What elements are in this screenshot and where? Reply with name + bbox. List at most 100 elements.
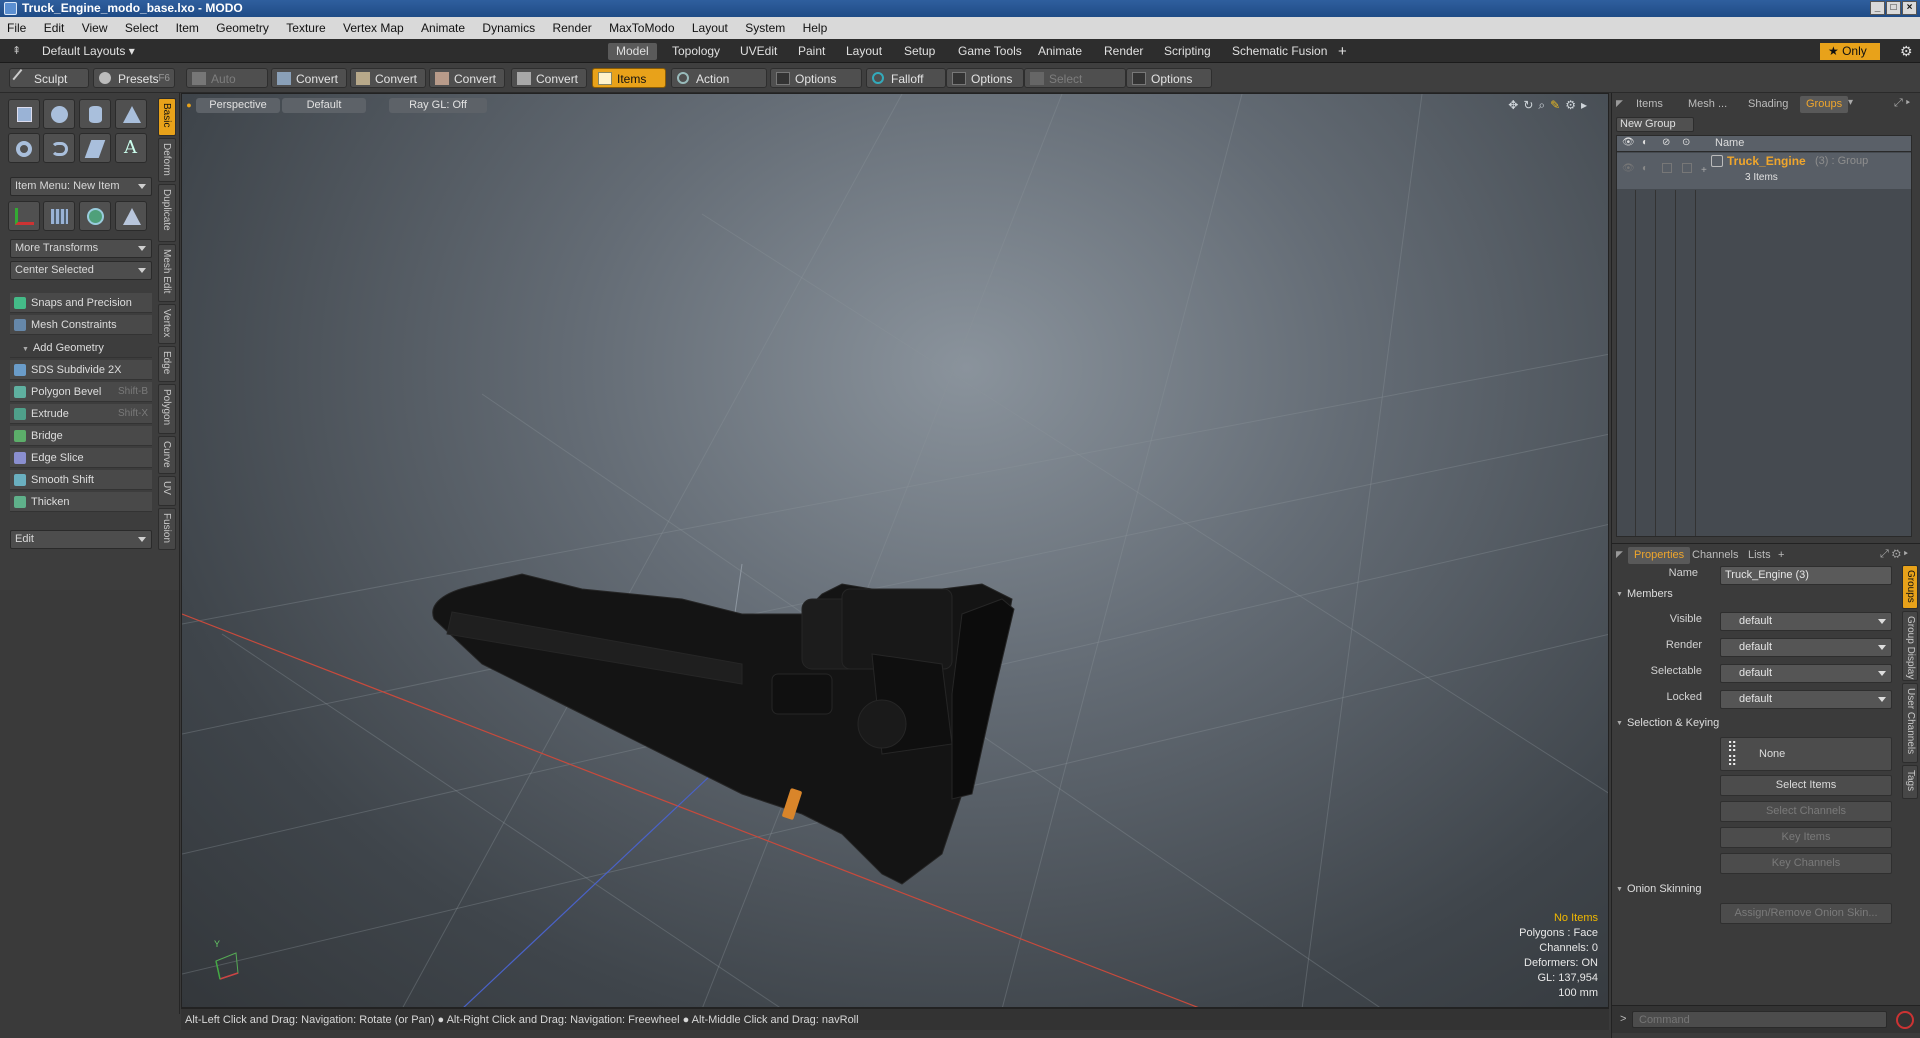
vtab-polygon[interactable]: Polygon	[158, 384, 176, 434]
pencil-icon[interactable]: ✎	[1550, 98, 1565, 112]
extrude-button[interactable]: Extrude Shift-X	[10, 404, 152, 424]
group-row-truck-engine[interactable]: 👁 ◐ + Truck_Engine (3) : Group 3 Items	[1617, 153, 1911, 189]
tab-schematic-fusion[interactable]: Schematic Fusion	[1224, 43, 1335, 60]
torus-primitive-icon[interactable]	[8, 133, 40, 163]
convert-button-2[interactable]: Convert	[350, 68, 426, 88]
pen-tool-icon[interactable]	[79, 133, 111, 163]
render-toggle-icon[interactable]: ◐	[1642, 163, 1648, 174]
tab-paint[interactable]: Paint	[790, 43, 833, 60]
3d-viewport[interactable]: ● Perspective Default Ray GL: Off ✥↻⌕✎⚙▸…	[181, 93, 1609, 1008]
cube-primitive-icon[interactable]	[8, 99, 40, 129]
tab-shading[interactable]: Shading	[1742, 96, 1794, 113]
menu-view[interactable]: View	[75, 17, 115, 39]
add-tab-button[interactable]: +	[1330, 43, 1355, 60]
edit-dropdown[interactable]: Edit	[10, 530, 152, 549]
zoom-icon[interactable]: ⌕	[1538, 98, 1550, 112]
sds-subdivide-button[interactable]: SDS Subdivide 2X	[10, 360, 152, 380]
falloff-button[interactable]: Falloff	[866, 68, 946, 88]
raygl-toggle[interactable]: Ray GL: Off	[389, 98, 487, 113]
menu-animate[interactable]: Animate	[414, 17, 472, 39]
vtab-duplicate[interactable]: Duplicate	[158, 184, 176, 242]
expand-plus-icon[interactable]: +	[1701, 165, 1707, 176]
select-through-button[interactable]: Select Through	[1024, 68, 1126, 106]
vtab-uv[interactable]: UV	[158, 476, 176, 506]
side-tab-user-channels[interactable]: User Channels	[1902, 683, 1918, 763]
perspective-view-dropdown[interactable]: Perspective	[196, 98, 280, 113]
side-tab-group-display[interactable]: Group Display	[1902, 611, 1918, 681]
expand-panel-icon[interactable]: ⤢ ▸	[1894, 97, 1910, 110]
locked-dropdown[interactable]: default	[1720, 690, 1892, 709]
falloff-options-button[interactable]: Options	[946, 68, 1024, 88]
vtab-edge[interactable]: Edge	[158, 346, 176, 382]
transform-icon[interactable]	[8, 201, 40, 231]
tab-groups[interactable]: Groups	[1800, 96, 1849, 113]
tab-topology[interactable]: Topology	[664, 43, 728, 60]
vtab-vertex[interactable]: Vertex	[158, 304, 176, 344]
tab-render[interactable]: Render	[1096, 43, 1151, 60]
menu-layout[interactable]: Layout	[685, 17, 735, 39]
action-center-options-button[interactable]: Options	[770, 68, 862, 88]
default-layouts-dropdown[interactable]: Default Layouts ▾	[34, 43, 143, 60]
polygon-bevel-button[interactable]: Polygon Bevel Shift-B	[10, 382, 152, 402]
text-tool-icon[interactable]: A	[115, 133, 147, 163]
command-input[interactable]	[1632, 1011, 1887, 1028]
auto-select-button[interactable]: Auto Select	[186, 68, 268, 106]
tab-uvedit[interactable]: UVEdit	[732, 43, 785, 60]
close-button[interactable]: ×	[1902, 1, 1917, 15]
sphere-primitive-icon[interactable]	[43, 99, 75, 129]
menu-help[interactable]: Help	[796, 17, 835, 39]
maximize-button[interactable]: □	[1886, 1, 1901, 15]
select-options-button[interactable]: Options	[1126, 68, 1212, 88]
tab-scripting[interactable]: Scripting	[1156, 43, 1219, 60]
menu-file[interactable]: File	[0, 17, 33, 39]
sculpt-button[interactable]: Sculpt	[9, 68, 89, 88]
gear-icon[interactable]: ⚙	[1892, 43, 1920, 60]
new-group-button[interactable]: New Group	[1616, 117, 1694, 132]
snaps-precision-button[interactable]: Snaps and Precision	[10, 293, 152, 313]
panel-options-icon[interactable]: ◤	[1616, 549, 1623, 560]
expand-arrow-icon[interactable]: ▸	[1581, 98, 1592, 112]
convert-button-3[interactable]: Convert	[429, 68, 505, 88]
more-transforms-dropdown[interactable]: More Transforms	[10, 239, 152, 258]
item-menu-dropdown[interactable]: Item Menu: New Item	[10, 177, 152, 196]
tab-menu-arrow-icon[interactable]: ▾	[1848, 97, 1853, 108]
shading-style-dropdown[interactable]: Default	[282, 98, 366, 113]
grid-icon[interactable]	[43, 201, 75, 231]
tab-items[interactable]: Items	[1630, 96, 1669, 113]
minimize-button[interactable]: _	[1870, 1, 1885, 15]
viewport-gear-icon[interactable]: ⚙	[1565, 98, 1581, 112]
vtab-fusion[interactable]: Fusion	[158, 508, 176, 550]
presets-button[interactable]: Presets F6	[93, 68, 175, 88]
viewport-options-dot[interactable]: ●	[186, 98, 192, 113]
add-properties-tab-button[interactable]: +	[1772, 547, 1790, 564]
thicken-button[interactable]: Thicken	[10, 492, 152, 512]
pin-icon[interactable]: ⇞	[12, 44, 21, 57]
edge-slice-button[interactable]: Edge Slice	[10, 448, 152, 468]
pyramid-icon[interactable]	[115, 201, 147, 231]
record-icon[interactable]	[1896, 1011, 1914, 1029]
onion-skinning-section[interactable]: Onion Skinning	[1616, 883, 1702, 895]
center-selected-dropdown[interactable]: Center Selected	[10, 261, 152, 280]
menu-render[interactable]: Render	[545, 17, 598, 39]
onion-skin-button[interactable]: Assign/Remove Onion Skin...	[1720, 903, 1892, 924]
add-geometry-section[interactable]: ▼ Add Geometry	[10, 338, 152, 358]
none-selection-button[interactable]: ⠿ ⠿ None	[1720, 737, 1892, 771]
globe-icon[interactable]	[79, 201, 111, 231]
menu-texture[interactable]: Texture	[279, 17, 332, 39]
action-center-button[interactable]: Action Center	[671, 68, 767, 106]
menu-edit[interactable]: Edit	[37, 17, 72, 39]
selectable-dropdown[interactable]: default	[1720, 664, 1892, 683]
members-section[interactable]: Members	[1616, 588, 1673, 600]
menu-vertex-map[interactable]: Vertex Map	[336, 17, 411, 39]
name-input[interactable]: Truck_Engine (3)	[1720, 566, 1892, 585]
tab-animate[interactable]: Animate	[1030, 43, 1090, 60]
tab-layout[interactable]: Layout	[838, 43, 890, 60]
convert-button-1[interactable]: Convert	[271, 68, 347, 88]
smooth-shift-button[interactable]: Smooth Shift	[10, 470, 152, 490]
tab-channels[interactable]: Channels	[1686, 547, 1744, 564]
tab-model[interactable]: Model	[608, 43, 657, 60]
cylinder-primitive-icon[interactable]	[79, 99, 111, 129]
menu-system[interactable]: System	[738, 17, 792, 39]
tab-setup[interactable]: Setup	[896, 43, 943, 60]
tube-primitive-icon[interactable]	[43, 133, 75, 163]
